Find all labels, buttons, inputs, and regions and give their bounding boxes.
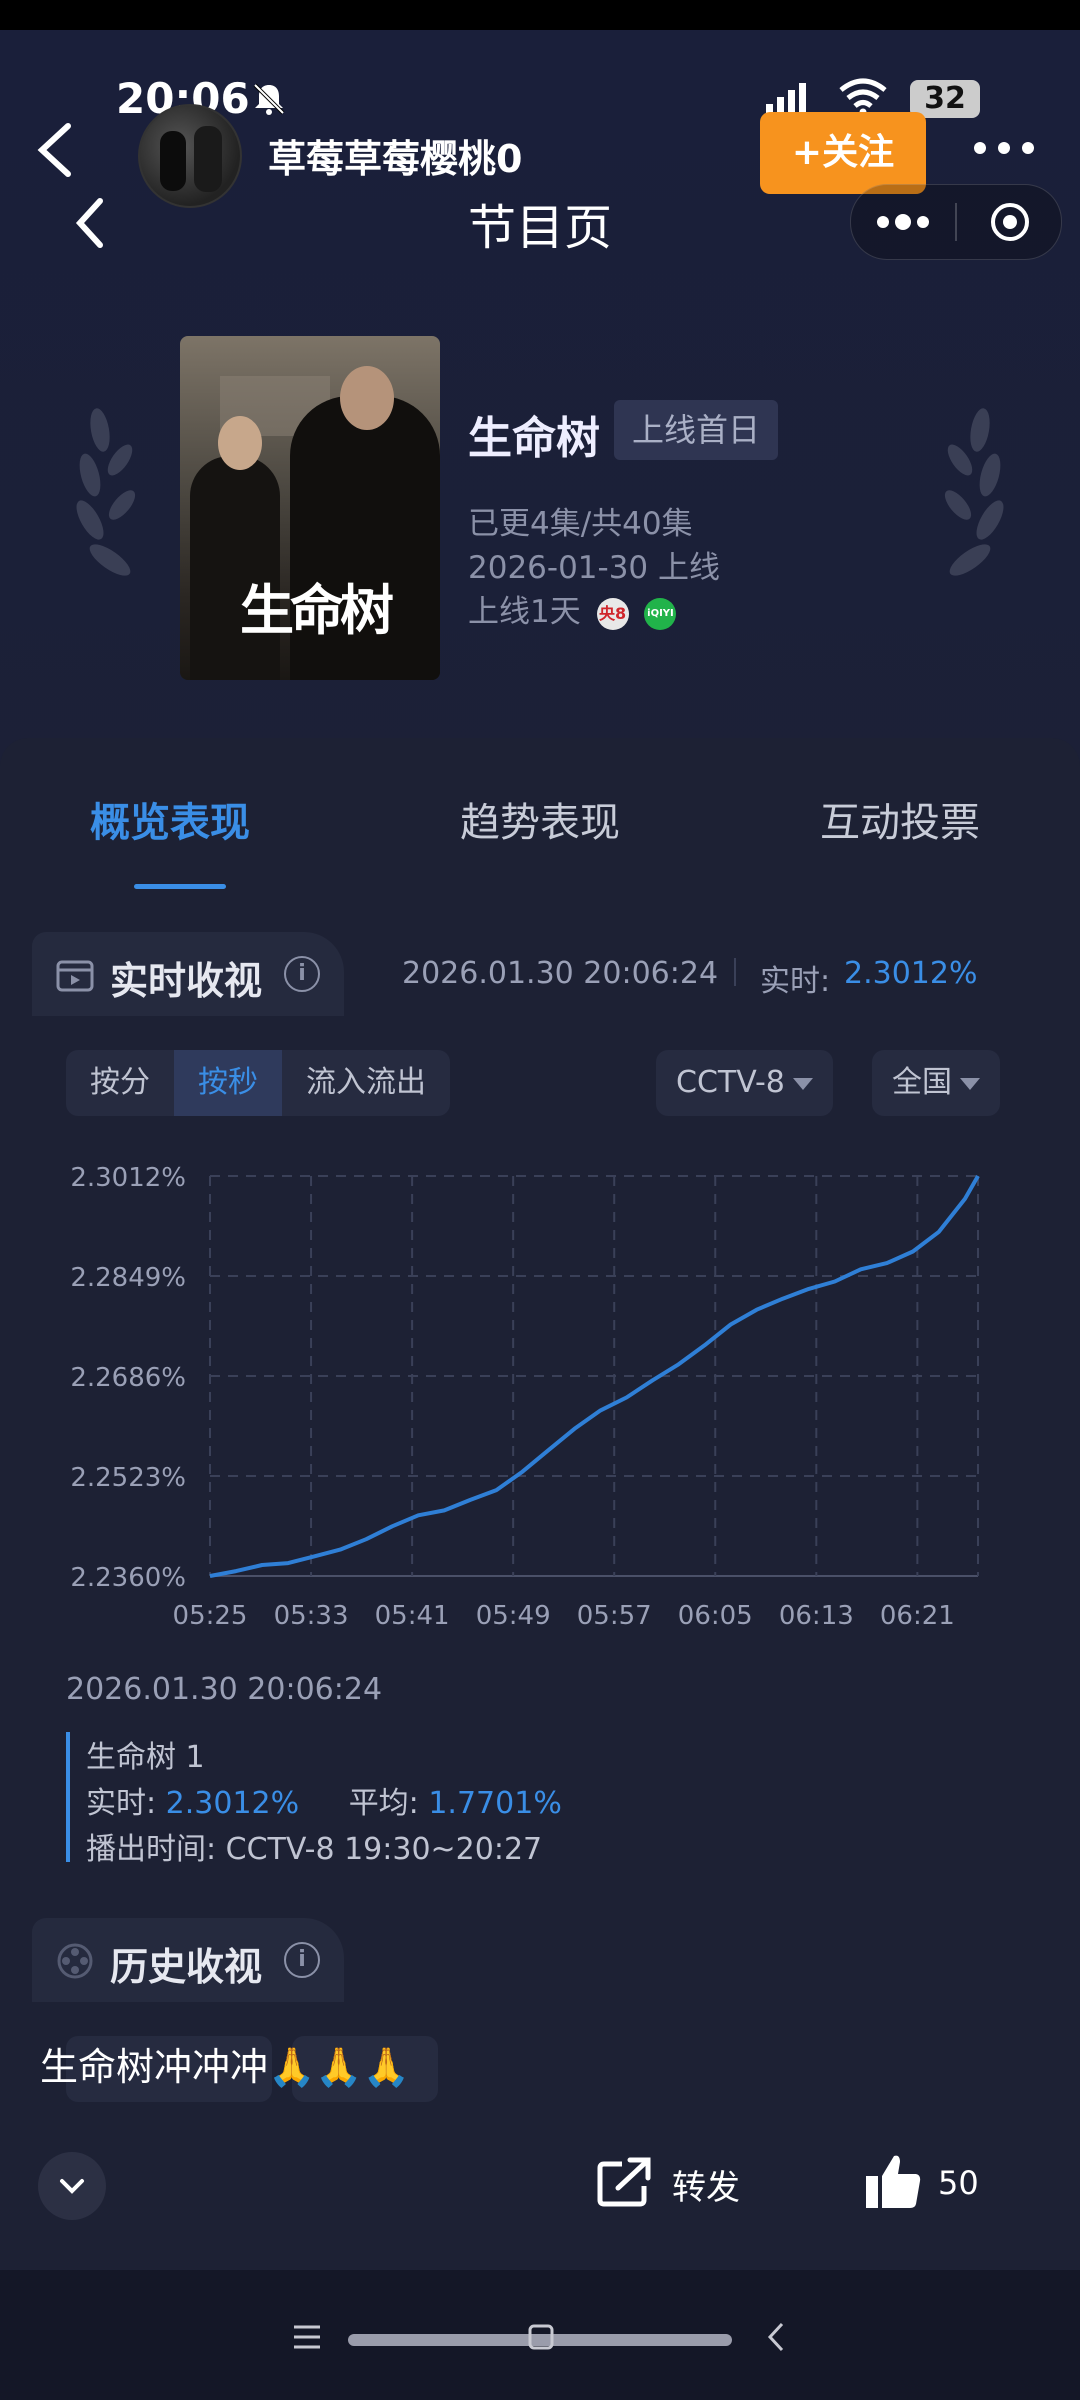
follow-button[interactable]: +关注 — [760, 112, 926, 194]
program-name: 生命树 — [468, 413, 600, 464]
laurel-right-icon — [944, 408, 1004, 576]
release-date: 2026-01-30 上线 — [468, 550, 721, 586]
back-arrow-icon[interactable] — [30, 120, 80, 180]
like-count: 50 — [938, 2164, 979, 2202]
detail-program: 生命树 1 — [86, 1740, 205, 1775]
close-mini-program-icon[interactable] — [989, 201, 1031, 243]
segment-by-second[interactable]: 按秒 — [174, 1050, 282, 1116]
detail-avg-label: 平均: — [348, 1786, 419, 1821]
x-tick-label: 05:41 — [375, 1601, 450, 1631]
x-tick-label: 05:25 — [173, 1601, 248, 1631]
detail-accent-bar — [66, 1732, 70, 1862]
chevron-down-icon — [792, 1077, 813, 1090]
cctv8-badge-icon: 央8 — [596, 597, 629, 630]
capsule-divider — [955, 203, 957, 241]
y-tick-label: 2.2686% — [70, 1363, 186, 1393]
status-bar-bg — [0, 0, 1080, 30]
detail-airtime: 播出时间: CCTV-8 19:30~20:27 — [86, 1832, 543, 1867]
bell-muted-icon — [253, 83, 285, 115]
x-tick-label: 05:49 — [476, 1601, 551, 1631]
x-tick-label: 06:13 — [779, 1601, 854, 1631]
info-icon[interactable]: i — [284, 1942, 320, 1978]
chevron-down-icon — [960, 1077, 980, 1090]
segment-flow[interactable]: 流入流出 — [282, 1050, 450, 1116]
tv-icon — [56, 960, 94, 992]
x-tick-label: 05:57 — [577, 1601, 652, 1631]
episode-count: 已更4集/共40集 — [468, 506, 693, 542]
y-tick-label: 2.2360% — [70, 1563, 186, 1593]
more-icon[interactable] — [972, 138, 1036, 158]
detail-realtime-value: 2.3012% — [165, 1786, 300, 1821]
comment-text: 生命树冲冲冲🙏🙏🙏 — [40, 2045, 410, 2089]
tab-underline — [134, 884, 226, 889]
program-status-badge: 上线首日 — [614, 400, 779, 460]
realtime-timestamp: 2026.01.30 20:06:24 — [402, 956, 719, 991]
x-tick-label: 06:21 — [880, 1601, 955, 1631]
share-label[interactable]: 转发 — [672, 2160, 740, 2209]
region-select-value: 全国 — [892, 1065, 952, 1100]
days-online: 上线1天 — [468, 594, 581, 630]
tab-overview[interactable]: 概览表现 — [90, 790, 250, 848]
tab-vote[interactable]: 互动投票 — [820, 790, 980, 848]
home-square-icon[interactable] — [526, 2322, 556, 2352]
realtime-rating-chart: 2.3012% 2.2849% 2.2686% 2.2523% 2.2360% 05:25… — [70, 1163, 980, 1631]
days-online-row: 上线1天 央8 iQIYI — [468, 586, 677, 631]
detail-values: 实时: 2.3012% 平均: 1.7701% — [86, 1778, 562, 1822]
back-nav-icon[interactable] — [764, 2320, 788, 2354]
x-tick-label: 06:05 — [678, 1601, 753, 1631]
region-select[interactable]: 全国 — [872, 1050, 1000, 1116]
username[interactable]: 草莓草莓樱桃0 — [268, 128, 522, 183]
tab-trend[interactable]: 趋势表现 — [460, 790, 620, 848]
detail-avg-value: 1.7701% — [428, 1786, 562, 1821]
wifi-icon — [839, 78, 887, 116]
x-tick-label: 05:33 — [274, 1601, 349, 1631]
more-icon[interactable] — [875, 209, 931, 235]
granularity-segmented-control: 按分 按秒 流入流出 — [66, 1050, 450, 1116]
history-title: 历史收视 — [110, 1945, 263, 1989]
like-thumb-icon[interactable] — [864, 2152, 922, 2210]
poster-title: 生命树 — [240, 578, 394, 642]
detail-realtime-label: 实时: — [86, 1786, 157, 1821]
realtime-title: 实时收视 — [110, 959, 263, 1003]
y-tick-label: 2.2523% — [70, 1463, 186, 1493]
share-icon[interactable] — [596, 2156, 654, 2208]
iqiyi-badge-icon: iQIYI — [644, 597, 677, 630]
program-poster[interactable]: 生命树 — [180, 336, 440, 680]
realtime-label: 实时: — [760, 964, 831, 999]
film-reel-icon — [57, 1943, 93, 1979]
channel-select-value: CCTV-8 — [676, 1065, 785, 1100]
detail-timestamp: 2026.01.30 20:06:24 — [66, 1672, 383, 1707]
y-tick-label: 2.3012% — [70, 1163, 186, 1193]
info-icon[interactable]: i — [284, 956, 320, 992]
realtime-value: 2.3012% — [844, 956, 978, 991]
y-tick-label: 2.2849% — [70, 1263, 186, 1293]
channel-select[interactable]: CCTV-8 — [656, 1050, 833, 1116]
chevron-down-icon — [60, 2179, 84, 2194]
divider — [734, 958, 736, 986]
menu-icon[interactable] — [290, 2322, 324, 2352]
collapse-button[interactable] — [38, 2152, 106, 2220]
segment-by-minute[interactable]: 按分 — [66, 1050, 174, 1116]
mini-program-capsule — [850, 184, 1062, 260]
signal-icon — [766, 83, 806, 116]
laurel-left-icon — [76, 408, 136, 576]
